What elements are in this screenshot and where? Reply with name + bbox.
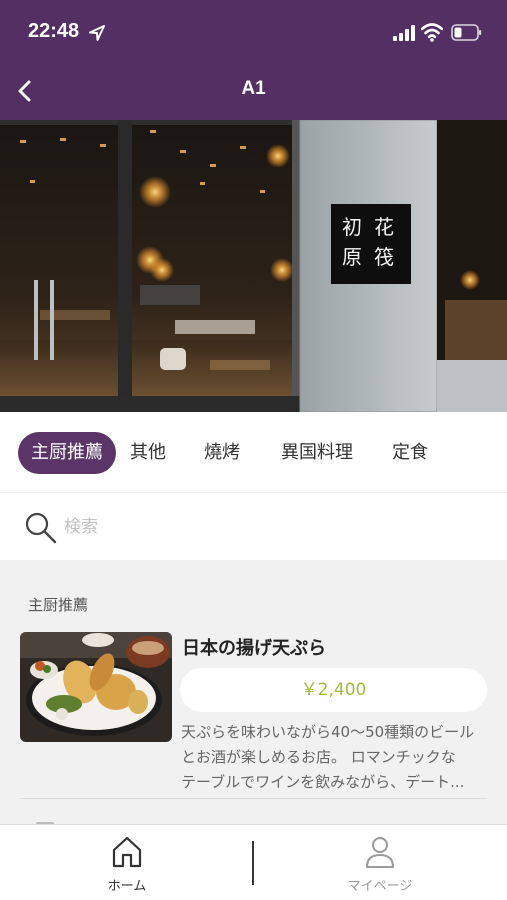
menu-list: 主厨推薦 日本の揚げ天ぷら ￥2,400 天ぷらを味わいながら40～50種類のビ… xyxy=(0,560,507,824)
nav-bar: A1 xyxy=(0,64,507,120)
description-line: テーブルでワインを飲みながら、デート... xyxy=(181,773,465,791)
status-bar: 22:48 xyxy=(0,0,507,64)
search-bar xyxy=(0,492,507,560)
tab-set-meal[interactable]: 定食 xyxy=(384,432,436,474)
section-title: 主厨推薦 xyxy=(28,596,89,614)
search-icon xyxy=(25,512,57,544)
tabbar-divider xyxy=(252,841,254,885)
description-line: 天ぷらを味わいながら40～50種類のビール xyxy=(181,723,475,741)
search-input[interactable] xyxy=(64,509,464,545)
list-divider xyxy=(20,798,487,799)
home-icon xyxy=(112,836,142,868)
tab-home[interactable]: ホーム xyxy=(67,835,187,894)
signal-icon xyxy=(393,25,415,41)
item-name: 日本の揚げ天ぷら xyxy=(182,638,326,659)
list-item[interactable]: 日本の揚げ天ぷら ￥2,400 天ぷらを味わいながら40～50種類のビール とお… xyxy=(20,630,487,800)
tab-home-label: ホーム xyxy=(107,879,147,894)
location-arrow-icon xyxy=(89,25,105,41)
user-icon xyxy=(366,837,394,868)
tab-chef-recommended[interactable]: 主厨推薦 xyxy=(18,432,116,474)
restaurant-hero-image: 初原花筏 xyxy=(0,120,507,412)
bottom-tab-bar: ホーム マイページ xyxy=(0,824,507,900)
tab-mypage[interactable]: マイページ xyxy=(320,835,440,894)
tab-foreign-cuisine[interactable]: 異国料理 xyxy=(274,432,360,474)
price-pill: ￥2,400 xyxy=(180,668,487,712)
status-time: 22:48 xyxy=(28,20,80,42)
tab-other[interactable]: 其他 xyxy=(122,432,174,474)
category-tabs: 主厨推薦 其他 燒烤 異国料理 定食 xyxy=(0,412,507,492)
tab-mypage-label: マイページ xyxy=(347,879,413,894)
item-description: 天ぷらを味わいながら40～50種類のビール とお酒が楽しめるお店。 ロマンチック… xyxy=(181,720,487,795)
battery-icon xyxy=(451,24,482,41)
screen: 22:48 A1 初原花筏 主厨推薦 其他 燒烤 異国料理 定食 検索 主厨推薦… xyxy=(0,0,507,900)
app-header: 22:48 A1 xyxy=(0,0,507,120)
tab-yakiniku[interactable]: 燒烤 xyxy=(196,432,248,474)
description-line: とお酒が楽しめるお店。 ロマンチックな xyxy=(181,748,456,766)
tempura-photo xyxy=(20,632,172,742)
page-title: A1 xyxy=(241,78,266,99)
wifi-icon xyxy=(421,23,443,42)
